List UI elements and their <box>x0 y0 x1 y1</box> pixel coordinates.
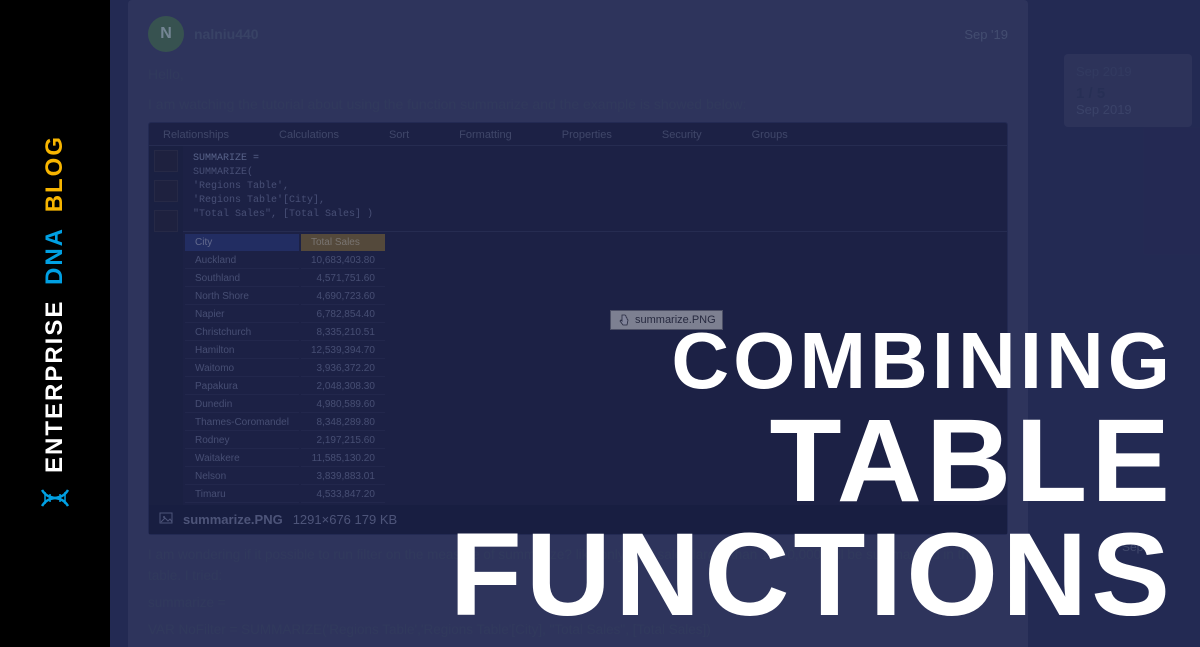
ribbon-tab[interactable]: Calculations <box>279 129 339 141</box>
caption-dimensions: 1291×676 179 KB <box>293 512 397 527</box>
model-view-icon[interactable] <box>154 210 178 232</box>
ribbon-tab[interactable]: Properties <box>562 129 612 141</box>
ribbon-tab[interactable]: Sort <box>389 129 409 141</box>
brand-blog: BLOG <box>41 134 68 211</box>
post-intro: I am watching the tutorial about using t… <box>148 96 1008 112</box>
post-greeting: Hello, <box>148 66 1008 82</box>
brand-enterprise: ENTERPRISE <box>41 299 68 472</box>
table-row: Hamilton12,539,394.70 <box>185 343 385 359</box>
table-row: Papakura2,048,308.30 <box>185 379 385 395</box>
table-row: North Shore4,690,723.60 <box>185 289 385 305</box>
brand-dna: DNA <box>41 226 68 284</box>
post-date[interactable]: Sep '19 <box>964 27 1008 42</box>
headline-line-1: COMBINING <box>450 323 1174 399</box>
table-row: Dunedin4,980,589.60 <box>185 397 385 413</box>
dna-icon <box>40 483 70 513</box>
ribbon-tab[interactable]: Groups <box>752 129 788 141</box>
timeline-bottom-date: Sep 2019 <box>1076 102 1180 117</box>
table-row: Timaru4,533,847.20 <box>185 487 385 503</box>
table-row: Nelson3,839,883.01 <box>185 469 385 485</box>
table-row: Auckland10,683,403.80 <box>185 253 385 269</box>
table-row: Rodney2,197,215.60 <box>185 433 385 449</box>
brand-sidebar: ENTERPRISE DNA BLOG <box>0 0 110 647</box>
headline-line-2: TABLE <box>450 405 1174 517</box>
caption-filename: summarize.PNG <box>183 512 283 527</box>
data-view-icon[interactable] <box>154 180 178 202</box>
username[interactable]: nalniu440 <box>194 26 259 42</box>
table-row: Southland4,571,751.60 <box>185 271 385 287</box>
timeline-counter: 1 / 5 <box>1076 85 1180 102</box>
main-panel: N nalniu440 Sep '19 Hello, I am watching… <box>110 0 1200 647</box>
timeline-scrubber[interactable]: Sep 2019 1 / 5 Sep 2019 <box>1064 54 1192 127</box>
avatar[interactable]: N <box>148 16 184 52</box>
timeline-top-date: Sep 2019 <box>1076 64 1180 79</box>
table-row: Napier6,782,854.40 <box>185 307 385 323</box>
ribbon-tab[interactable]: Relationships <box>163 129 229 141</box>
ribbon-tab[interactable]: Security <box>662 129 702 141</box>
column-header[interactable]: City <box>185 234 299 251</box>
column-header[interactable]: Total Sales <box>301 234 385 251</box>
image-icon <box>159 511 173 528</box>
headline: COMBINING TABLE FUNCTIONS <box>450 323 1174 631</box>
root: ENTERPRISE DNA BLOG N nalniu440 Sep '19 … <box>0 0 1200 647</box>
table-row: Thames-Coromandel8,348,289.80 <box>185 415 385 431</box>
result-table: City Total Sales Auckland10,683,403.80 S… <box>183 232 387 505</box>
table-row: Waitomo3,936,372.20 <box>185 361 385 377</box>
formula-bar[interactable]: SUMMARIZE = SUMMARIZE( 'Regions Table', … <box>183 146 1007 232</box>
table-row: Waitakere11,585,130.20 <box>185 451 385 467</box>
table-row: Christchurch8,335,210.51 <box>185 325 385 341</box>
report-view-icon[interactable] <box>154 150 178 172</box>
ribbon-tabs: Relationships Calculations Sort Formatti… <box>149 123 1007 146</box>
headline-line-3: FUNCTIONS <box>450 519 1174 631</box>
model-view-rail <box>149 146 183 232</box>
ribbon-tab[interactable]: Formatting <box>459 129 512 141</box>
